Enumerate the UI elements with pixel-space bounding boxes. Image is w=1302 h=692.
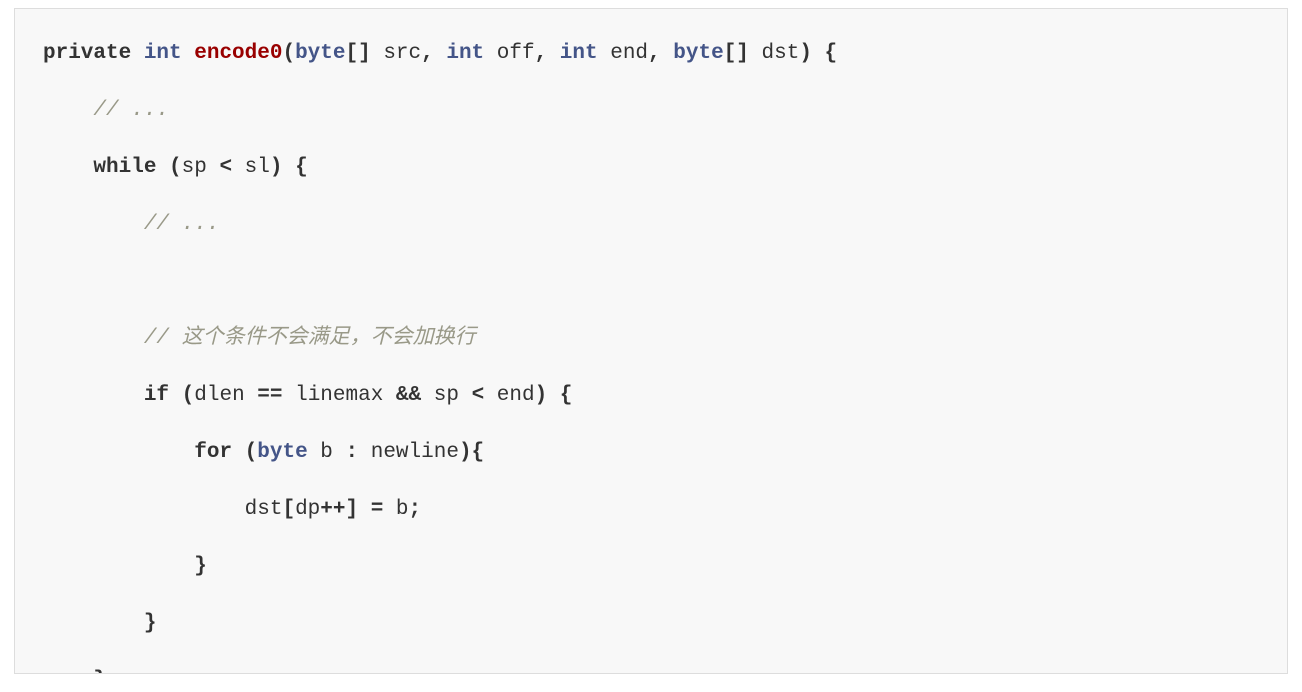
- indent: [43, 555, 194, 578]
- punct: }: [144, 612, 157, 635]
- keyword: private: [43, 42, 131, 65]
- punct: (: [245, 441, 258, 464]
- identifier: dp: [295, 498, 320, 521]
- keyword: if: [144, 384, 169, 407]
- identifier: newline: [358, 441, 459, 464]
- space: [169, 384, 182, 407]
- code-line: }: [43, 660, 1259, 674]
- code-line: // ...: [43, 204, 1259, 246]
- indent: [43, 327, 144, 350]
- keyword: while: [93, 156, 156, 179]
- code-line: [43, 261, 1259, 303]
- identifier: sl: [232, 156, 270, 179]
- identifier: dlen: [194, 384, 257, 407]
- punct: ): [799, 42, 812, 65]
- identifier: dst: [245, 498, 283, 521]
- punct: ,: [421, 42, 434, 65]
- punct: ,: [535, 42, 548, 65]
- punct: (: [282, 42, 295, 65]
- code-line: }: [43, 546, 1259, 588]
- indent: [43, 384, 144, 407]
- blank: [43, 270, 56, 293]
- type: byte: [257, 441, 307, 464]
- operator: &&: [396, 384, 421, 407]
- code-line: // ...: [43, 90, 1259, 132]
- type: int: [547, 42, 597, 65]
- space: [358, 498, 371, 521]
- code-block: private int encode0(byte[] src, int off,…: [14, 8, 1288, 674]
- code-line: while (sp < sl) {: [43, 147, 1259, 189]
- punct: ): [270, 156, 283, 179]
- code-line: }: [43, 603, 1259, 645]
- operator: =: [371, 498, 384, 521]
- identifier: linemax: [283, 384, 396, 407]
- comment: // 这个条件不会满足，不会加换行: [144, 327, 476, 350]
- identifier: off: [484, 42, 534, 65]
- identifier: sp: [421, 384, 471, 407]
- punct: (: [182, 384, 195, 407]
- type: byte: [295, 42, 345, 65]
- punct: {: [547, 384, 572, 407]
- punct: [: [282, 498, 295, 521]
- operator: ++: [320, 498, 345, 521]
- code-line: // 这个条件不会满足，不会加换行: [43, 318, 1259, 360]
- punct: ): [459, 441, 472, 464]
- punct: {: [472, 441, 485, 464]
- identifier: dst: [749, 42, 799, 65]
- punct: :: [346, 441, 359, 464]
- keyword: for: [194, 441, 232, 464]
- comment: // ...: [93, 99, 169, 122]
- indent: [43, 612, 144, 635]
- punct: }: [194, 555, 207, 578]
- punct: ;: [409, 498, 422, 521]
- punct: []: [724, 42, 749, 65]
- operator: ==: [257, 384, 282, 407]
- indent: [43, 213, 144, 236]
- identifier: end: [598, 42, 648, 65]
- punct: ): [535, 384, 548, 407]
- punct: }: [93, 669, 106, 674]
- indent: [43, 99, 93, 122]
- identifier: sp: [182, 156, 220, 179]
- identifier: b: [308, 441, 346, 464]
- identifier: src: [371, 42, 421, 65]
- space: [156, 156, 169, 179]
- code-line: if (dlen == linemax && sp < end) {: [43, 375, 1259, 417]
- indent: [43, 498, 245, 521]
- identifier: end: [484, 384, 534, 407]
- code-line: for (byte b : newline){: [43, 432, 1259, 474]
- punct: ]: [346, 498, 359, 521]
- type: int: [144, 42, 182, 65]
- punct: {: [812, 42, 837, 65]
- operator: <: [472, 384, 485, 407]
- indent: [43, 441, 194, 464]
- operator: <: [219, 156, 232, 179]
- code-listing: private int encode0(byte[] src, int off,…: [43, 33, 1259, 674]
- space: [232, 441, 245, 464]
- indent: [43, 156, 93, 179]
- identifier: b: [383, 498, 408, 521]
- function-name: encode0: [194, 42, 282, 65]
- comment: // ...: [144, 213, 220, 236]
- punct: ,: [648, 42, 661, 65]
- punct: []: [346, 42, 371, 65]
- code-line: private int encode0(byte[] src, int off,…: [43, 33, 1259, 75]
- code-line: dst[dp++] = b;: [43, 489, 1259, 531]
- type: int: [434, 42, 484, 65]
- punct: (: [169, 156, 182, 179]
- indent: [43, 669, 93, 674]
- type: byte: [661, 42, 724, 65]
- punct: {: [283, 156, 308, 179]
